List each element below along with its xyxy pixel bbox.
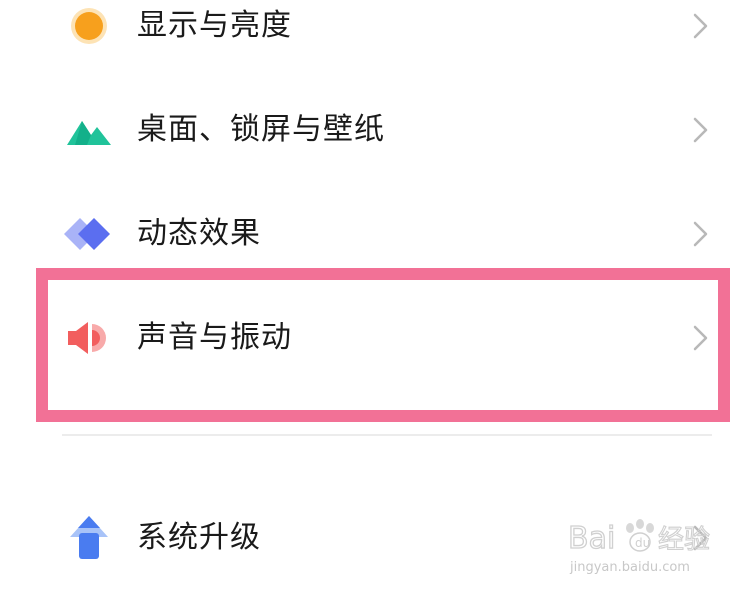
settings-item-label: 桌面、锁屏与壁纸 [137,112,385,147]
settings-screen: 显示与亮度 桌面、锁屏与壁纸 动态效果 声音与振动 系统升级 Bai du 经验… [0,0,742,592]
wallpaper-icon [64,105,114,155]
settings-item-label: 显示与亮度 [137,8,292,43]
upgrade-icon [64,513,114,563]
sound-icon [64,313,114,363]
settings-item-wallpaper[interactable]: 桌面、锁屏与壁纸 [0,90,742,170]
settings-item-label: 声音与振动 [137,320,292,355]
settings-item-display-brightness[interactable]: 显示与亮度 [0,0,742,66]
chevron-right-icon [684,114,716,146]
section-divider [62,434,712,436]
chevron-right-icon [684,522,716,554]
chevron-right-icon [684,10,716,42]
settings-item-label: 动态效果 [137,216,261,251]
settings-item-system-upgrade[interactable]: 系统升级 [0,498,742,578]
settings-item-sound-vibration[interactable]: 声音与振动 [0,298,742,378]
settings-item-label: 系统升级 [137,520,261,555]
animation-icon [64,209,114,259]
chevron-right-icon [684,322,716,354]
settings-item-dynamic-effects[interactable]: 动态效果 [0,194,742,274]
chevron-right-icon [684,218,716,250]
brightness-icon [64,1,114,51]
